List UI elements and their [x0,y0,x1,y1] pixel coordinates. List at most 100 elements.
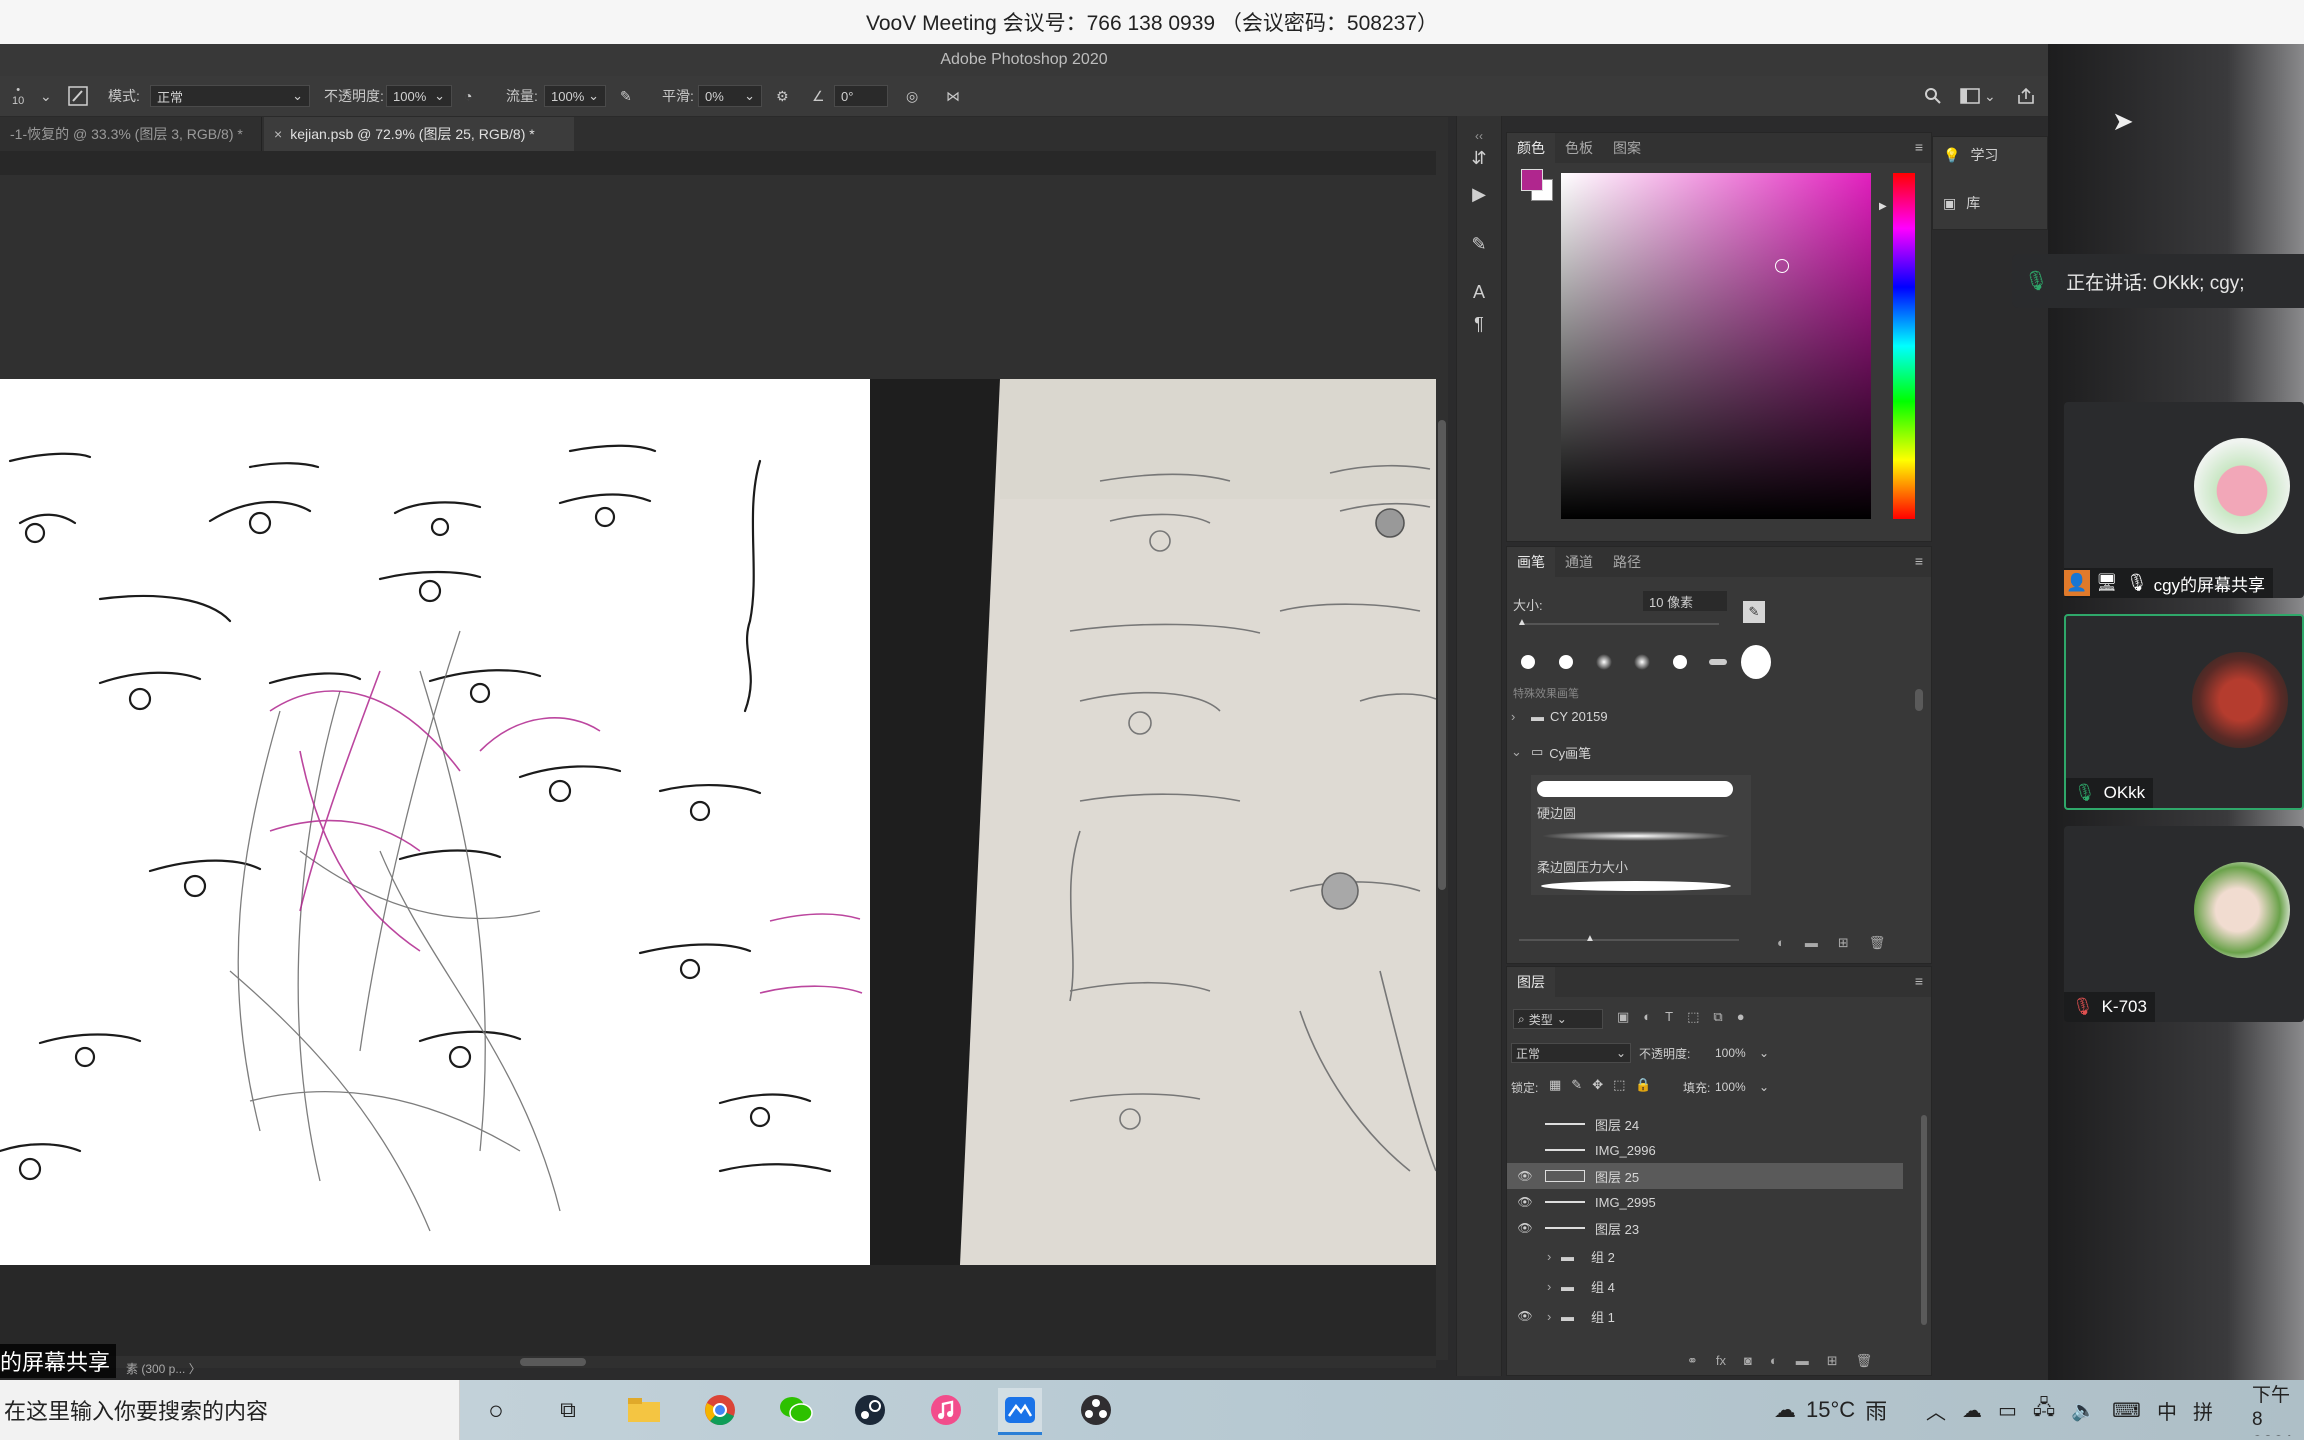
layer-row-selected[interactable]: 👁 图层 25 [1507,1163,1903,1189]
tab-recovered-doc[interactable]: -1-恢复的 @ 33.3% (图层 3, RGB/8) * [0,117,262,151]
library-item[interactable]: ▣ 库 [1943,193,1980,213]
scrollbar-thumb[interactable] [1438,420,1446,890]
cortana-icon[interactable]: ○ [476,1390,516,1430]
opacity-input[interactable]: 100% ⌄ [386,85,452,107]
volume-icon[interactable]: 🔈 [2071,1398,2096,1423]
trash-icon[interactable]: 🗑 [1869,935,1886,951]
document-info[interactable]: 素 (300 p... 〉 [126,1360,201,1377]
symmetry-icon[interactable]: ⋈ [946,88,960,105]
share-icon[interactable] [2016,87,2036,105]
pressure-opacity-icon[interactable]: ◔ [464,88,472,104]
brush-preset-hard-3[interactable] [1665,647,1695,677]
slider-handle[interactable]: ▲ [1585,933,1595,944]
hue-marker-icon[interactable]: ▶ [1879,201,1887,212]
tab-patterns[interactable]: 图案 [1603,133,1651,163]
panel-menu-icon[interactable]: ≡ [1915,139,1923,155]
folder-icon[interactable]: ▬ [1796,1353,1809,1369]
panel-menu-icon[interactable]: ≡ [1915,973,1923,989]
adjustment-filter-icon[interactable]: ◐ [1643,1009,1651,1025]
brush-settings-icon[interactable]: ✎ [1457,228,1501,260]
hue-slider[interactable] [1893,173,1915,519]
tab-brushes[interactable]: 画笔 [1507,547,1555,577]
chevron-right-icon[interactable]: › [1511,709,1525,724]
filter-toggle-icon[interactable]: ● [1737,1009,1745,1025]
onedrive-icon[interactable]: ☁ [1962,1398,1982,1423]
character-icon[interactable]: A [1457,276,1501,308]
shape-filter-icon[interactable]: ⬚ [1687,1009,1699,1025]
airbrush-icon[interactable]: ✎ [620,88,632,105]
brush-name-soft[interactable]: 柔边圆压力大小 [1537,857,1628,876]
brush-group-cy20159[interactable]: › ▬ CY 20159 [1511,703,1917,729]
chevron-up-icon[interactable]: ︿ [1926,1396,1946,1425]
color-field[interactable] [1561,173,1871,519]
brush-group-cy[interactable]: ⌄ ▭ Cy画笔 [1511,739,1917,765]
visibility-toggle[interactable] [1517,1248,1533,1264]
search-icon[interactable] [1924,87,1942,105]
layer-group-row[interactable]: 👁 › ▬ 组 1 [1507,1303,1903,1329]
eye-icon[interactable]: 👁 [1517,1168,1533,1184]
pressure-size-icon[interactable]: ◎ [906,88,918,105]
weather-widget[interactable]: ☁ 15°C 雨 [1774,1390,1887,1430]
mask-icon[interactable]: ◙ [1744,1353,1752,1369]
folder-icon[interactable]: ▬ [1805,935,1818,951]
brush-size-input[interactable]: 10 像素 [1643,591,1727,611]
tab-swatches[interactable]: 色板 [1555,133,1603,163]
chrome-icon[interactable] [700,1390,740,1430]
brush-list-scroll-thumb[interactable] [1915,689,1923,711]
brush-preset-soft-2[interactable] [1627,647,1657,677]
history-icon[interactable]: ⇵ [1457,142,1501,174]
tab-color[interactable]: 颜色 [1507,133,1555,163]
ime-language[interactable]: 中 [2157,1396,2177,1425]
smoothing-input[interactable]: 0% ⌄ [698,85,762,107]
brush-preset-soft[interactable] [1589,647,1619,677]
layer-group-row[interactable]: › ▬ 组 4 [1507,1273,1903,1299]
preview-size-slider[interactable]: ▲ [1519,933,1739,944]
tab-channels[interactable]: 通道 [1555,547,1603,577]
brush-stroke-3[interactable] [1541,881,1731,891]
brush-preset-hard-2[interactable] [1551,647,1581,677]
layer-opacity-input[interactable]: 100% ⌄ [1715,1043,1769,1063]
obs-icon[interactable] [1076,1390,1116,1430]
workspace-icon[interactable] [1960,88,1980,104]
lock-image-icon[interactable]: ✎ [1571,1077,1582,1093]
lock-position-icon[interactable]: ✥ [1592,1077,1603,1093]
brush-preset-hard[interactable] [1513,647,1543,677]
brush-name-hard[interactable]: 硬边圆 [1537,803,1576,822]
chevron-right-icon[interactable]: › [1547,1309,1551,1324]
layer-row[interactable]: IMG_2996 [1507,1137,1903,1163]
layer-list-scroll-thumb[interactable] [1921,1115,1927,1325]
chevron-down-icon[interactable]: ⌄ [1511,744,1525,760]
fx-icon[interactable]: fx [1716,1353,1726,1369]
chevron-right-icon[interactable]: › [1547,1279,1551,1294]
eye-icon[interactable]: 👁 [1517,1220,1533,1236]
visibility-toggle[interactable] [1517,1278,1533,1294]
chevron-right-icon[interactable]: › [1547,1249,1551,1264]
voov-meeting-icon[interactable] [998,1388,1042,1435]
canvas-area[interactable] [0,151,1448,1360]
blend-mode-select[interactable]: 正常 ⌄ [150,85,310,107]
gear-icon[interactable]: ⚙ [776,88,789,105]
panel-menu-icon[interactable]: ≡ [1915,553,1923,569]
visibility-toggle[interactable] [1517,1142,1533,1158]
fill-input[interactable]: 100% ⌄ [1715,1077,1769,1097]
itunes-icon[interactable] [926,1390,966,1430]
tab-paths[interactable]: 路径 [1603,547,1651,577]
layer-row[interactable]: 👁 图层 23 [1507,1215,1903,1241]
layer-row[interactable]: 图层 24 [1507,1111,1903,1137]
file-explorer-icon[interactable] [624,1390,664,1430]
pixel-filter-icon[interactable]: ▣ [1617,1009,1629,1025]
participant-tile-cgy[interactable]: 👤 🖥 🎙 cgy的屏幕共享 [2064,402,2304,598]
layer-group-row[interactable]: › ▬ 组 2 [1507,1243,1903,1269]
smart-object-filter-icon[interactable]: ⧉ [1713,1009,1722,1025]
tab-layers[interactable]: 图层 [1507,967,1555,997]
chevron-down-icon[interactable]: ⌄ [40,88,52,105]
add-icon[interactable]: ⊞ [1827,1353,1838,1369]
wechat-icon[interactable] [776,1390,816,1430]
eye-icon[interactable]: 👁 [1517,1194,1533,1210]
ime-mode[interactable]: 拼 [2193,1396,2213,1425]
angle-input[interactable]: 0° [834,85,888,107]
brush-stroke-soft[interactable] [1541,831,1731,841]
brush-size-slider[interactable]: ▲ [1517,617,1719,628]
adjustment-icon[interactable]: ◐ [1770,1353,1778,1369]
new-brush-icon[interactable]: ✎ [1743,601,1765,623]
